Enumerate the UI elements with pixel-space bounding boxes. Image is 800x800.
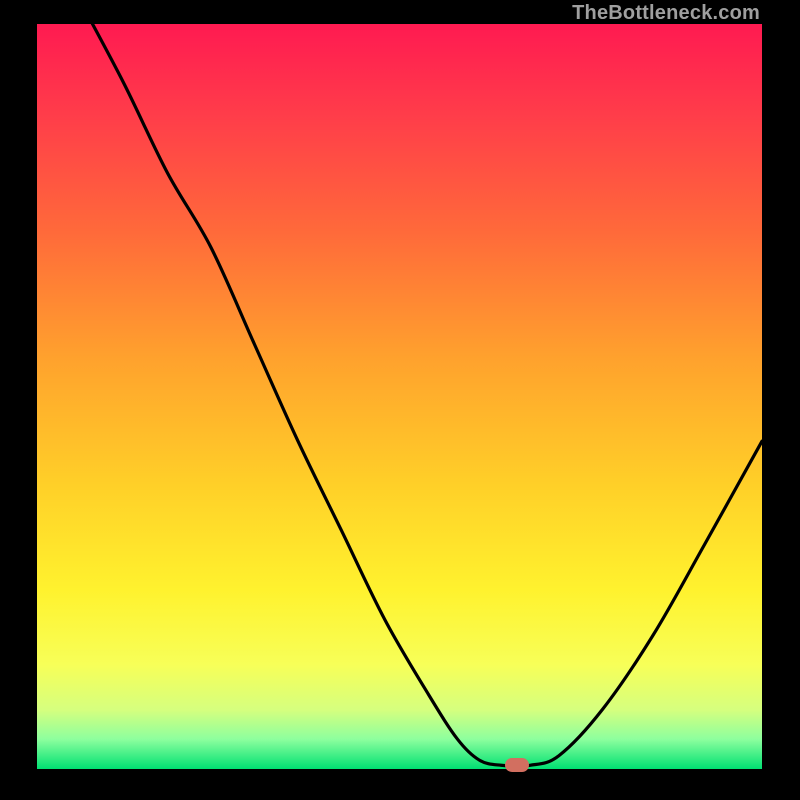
chart-container: TheBottleneck.com (0, 0, 800, 800)
plot-area (37, 24, 762, 769)
bottleneck-curve (37, 24, 762, 769)
optimum-marker (505, 758, 529, 772)
watermark-text: TheBottleneck.com (572, 2, 760, 25)
